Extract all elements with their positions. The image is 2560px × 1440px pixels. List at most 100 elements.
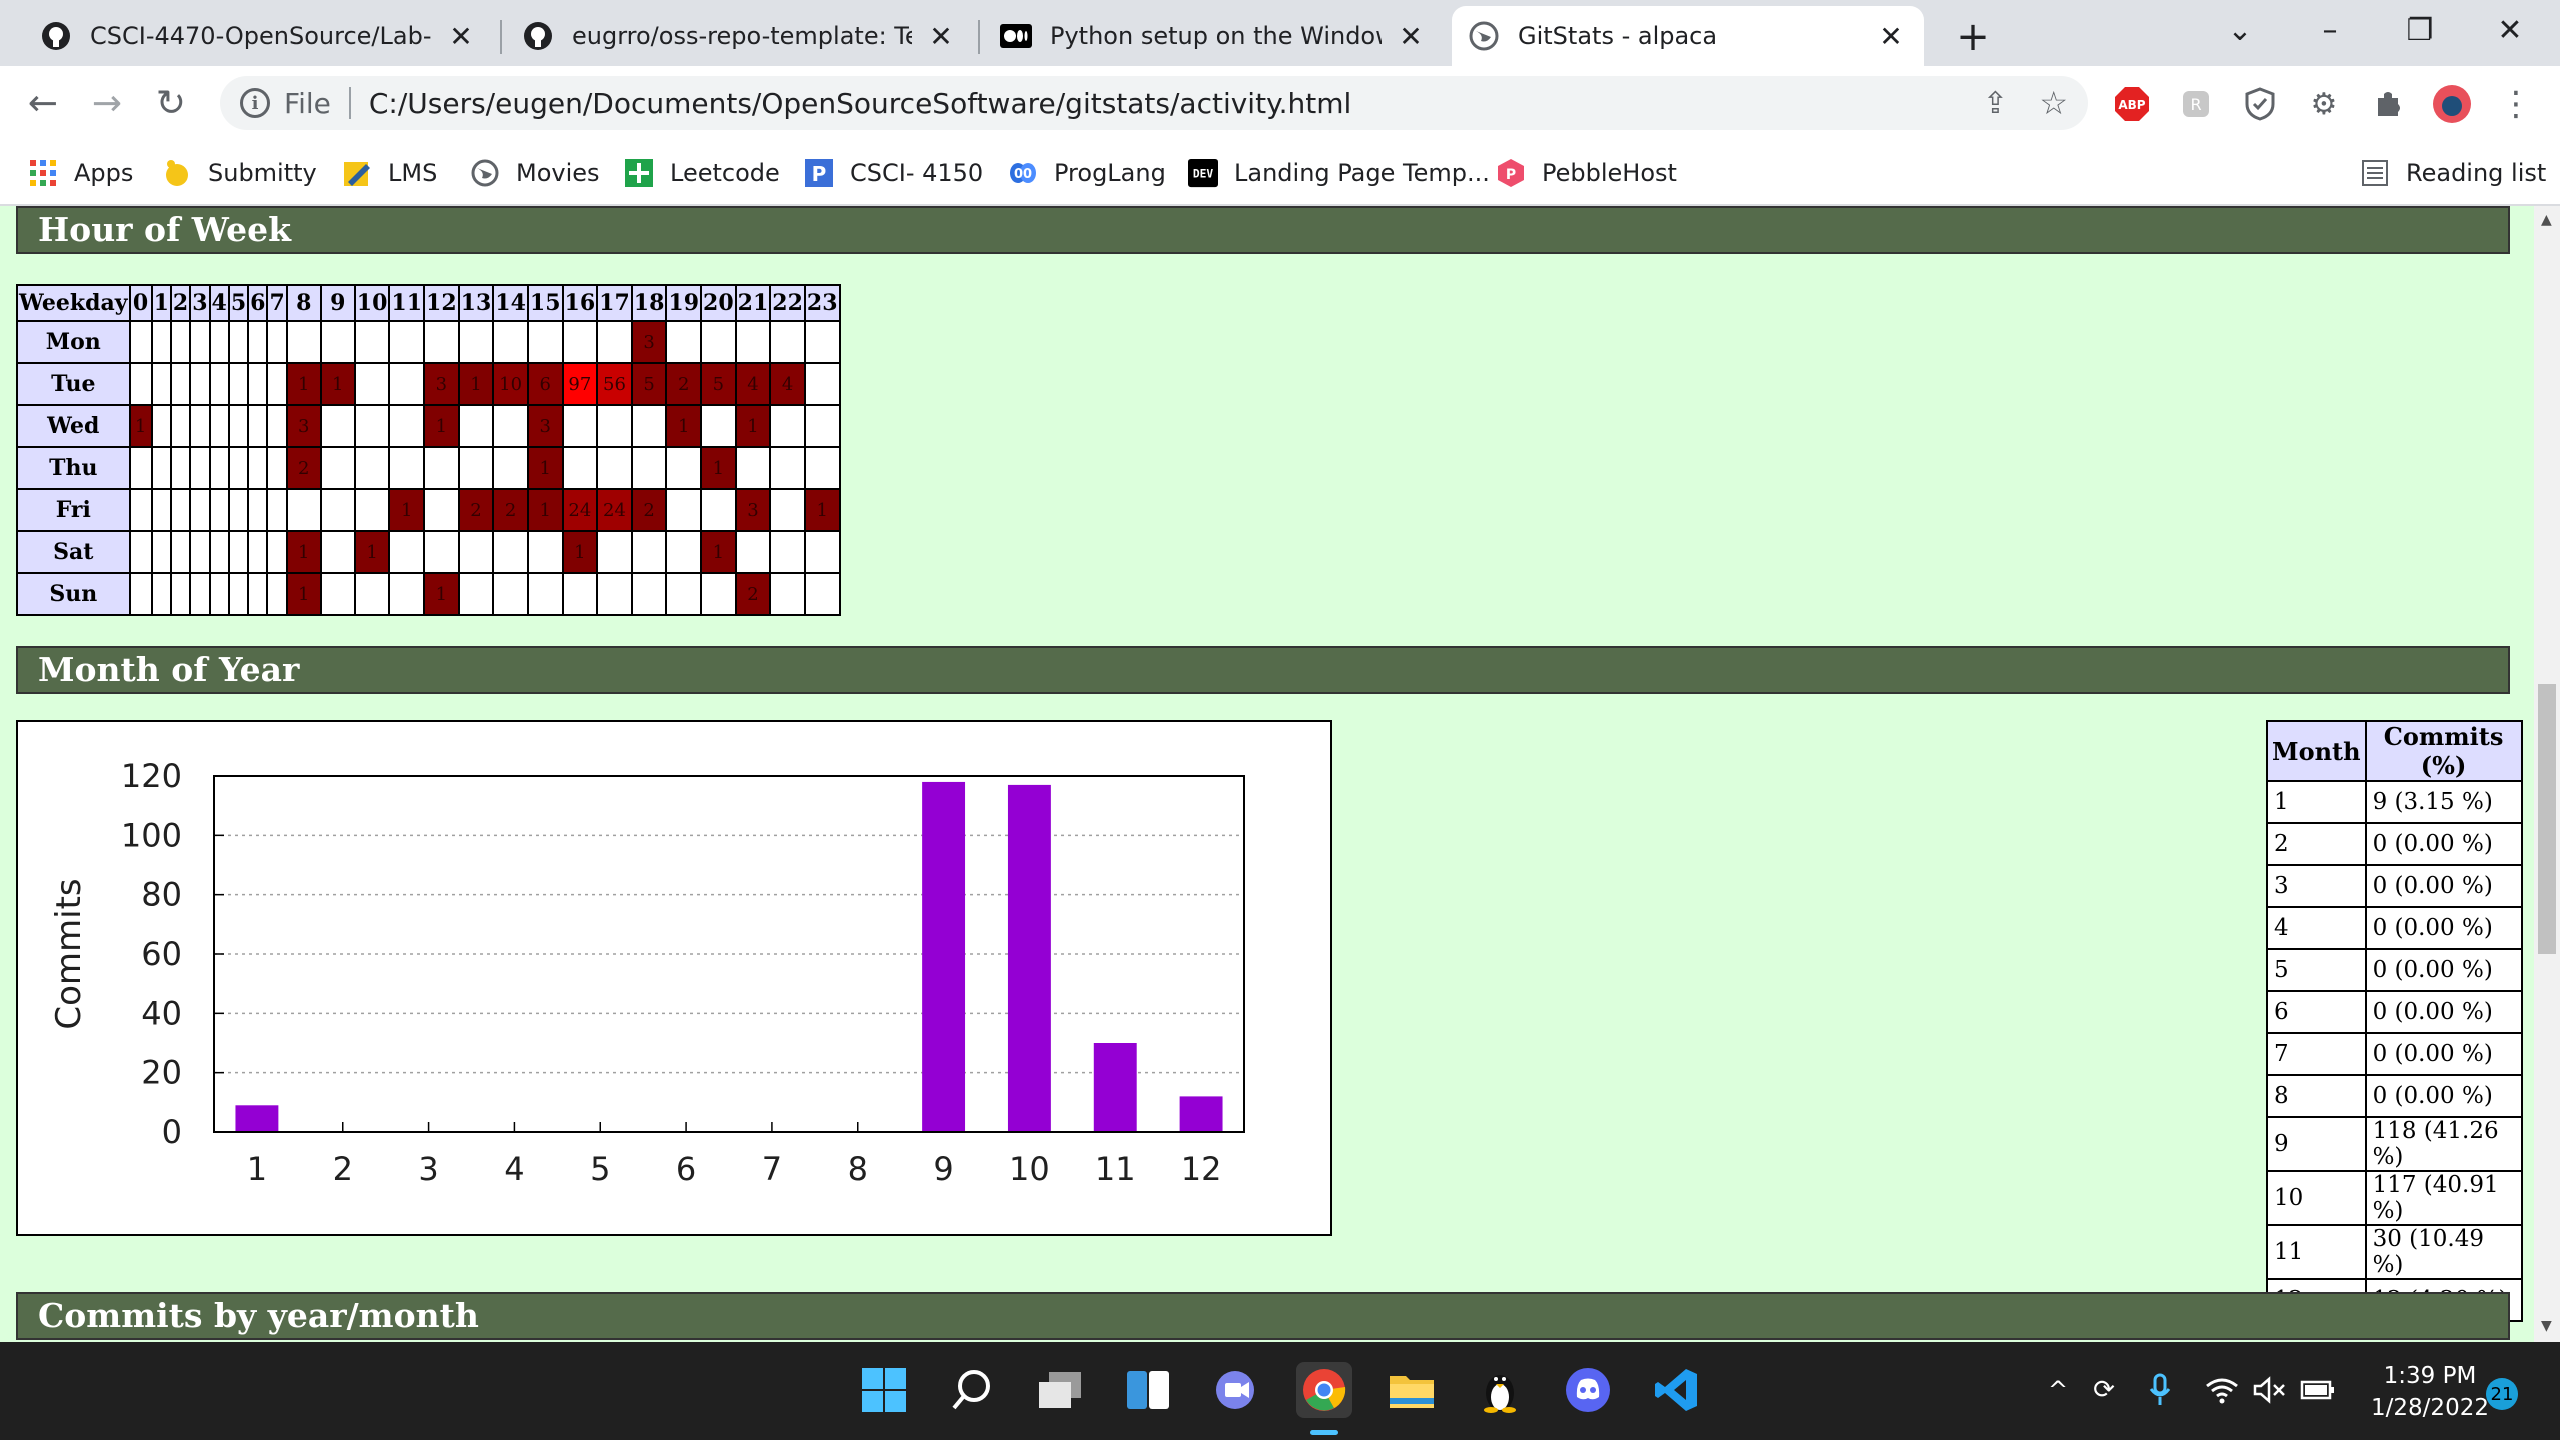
wifi-icon[interactable] [2204,1372,2240,1408]
scroll-up-arrow-icon[interactable]: ▲ [2541,212,2552,228]
weekday-row: Fri 1 2 2 1 24 24 2 3 1 [16,488,841,532]
minimize-icon[interactable]: – [2290,0,2370,60]
tab-separator [500,20,502,54]
hour-of-week-header-row: Weekday 0 1 2 3 4 5 6 7 8 9 10 11 12 13 14 15 16 17 18 19 20… [16,284,841,322]
x-tick-label: 7 [762,1150,782,1188]
hour-cell: 24 [561,488,599,532]
hour-cell [266,530,288,574]
hour-cell: 1 [128,404,153,448]
tab-separator [978,20,980,54]
bookmark-apps[interactable]: Apps [28,140,133,206]
tab-search-chevron-icon[interactable]: ⌄ [2200,0,2280,60]
bookmark-star-icon[interactable]: ☆ [2039,84,2068,122]
reload-icon[interactable]: ↻ [148,80,194,126]
tab-gitstats[interactable]: GitStats - alpaca ✕ [1452,6,1924,66]
address-url[interactable]: C:/Users/eugen/Documents/OpenSourceSoftw… [369,87,1351,120]
hour-cell [353,362,391,406]
x-tick-label: 10 [1009,1150,1050,1188]
x-tick-label: 11 [1095,1150,1136,1188]
commits-cell: 118 (41.26 %) [2364,1116,2523,1172]
widgets-icon[interactable] [1120,1362,1176,1418]
sync-icon[interactable]: ⟳ [2086,1372,2122,1408]
adblock-icon[interactable]: ABP [2112,84,2152,124]
weekday-label: Fri [16,488,131,532]
hour-cell [423,488,460,532]
chrome-icon[interactable] [1296,1362,1352,1418]
battery-icon[interactable] [2300,1372,2336,1408]
month-cell: 2 [2266,822,2367,866]
tab-lab-doc[interactable]: CSCI-4470-OpenSource/Lab-Doc ✕ [24,6,494,66]
bookmark-pebblehost[interactable]: P PebbleHost [1496,140,1677,206]
extension-r-icon[interactable]: R [2176,84,2216,124]
share-icon[interactable]: ⇪ [1983,86,2008,121]
forward-arrow-icon[interactable]: → [84,80,130,126]
hour-header: 16 [561,284,599,322]
search-icon[interactable] [944,1362,1000,1418]
close-icon[interactable]: ✕ [1874,19,1908,53]
extensions-puzzle-icon[interactable] [2368,84,2408,124]
teams-chat-icon[interactable] [1208,1362,1264,1418]
speaker-muted-icon[interactable] [2252,1372,2288,1408]
task-view-icon[interactable] [1032,1362,1088,1418]
linux-penguin-icon[interactable] [1472,1362,1528,1418]
scrollbar-thumb[interactable] [2538,684,2556,954]
notification-badge[interactable]: 21 [2486,1378,2518,1410]
close-icon[interactable]: ✕ [1394,19,1428,53]
bookmark-csci-4150[interactable]: P CSCI- 4150 [804,140,983,206]
page-scrollbar[interactable]: ▲ ▼ [2534,206,2560,1342]
bookmark-proglang[interactable]: 00 ProgLang [1008,140,1166,206]
tab-python-setup[interactable]: Python setup on the Windows su ✕ [984,6,1444,66]
bookmark-label: PebbleHost [1542,159,1677,187]
hour-cell [734,320,772,364]
close-window-icon[interactable]: ✕ [2470,0,2550,60]
shield-check-icon[interactable] [2240,84,2280,124]
avatar[interactable] [2432,84,2472,124]
scroll-down-arrow-icon[interactable]: ▼ [2541,1318,2552,1334]
hour-cell [665,320,703,364]
back-arrow-icon[interactable]: ← [20,80,66,126]
hour-cell [700,572,737,616]
gear-icon[interactable]: ⚙ [2304,84,2344,124]
bookmark-landing-page[interactable]: DEV Landing Page Temp... [1188,140,1490,206]
new-tab-button[interactable]: + [1950,14,1996,60]
bar-month-10 [1007,784,1051,1132]
microphone-icon[interactable] [2142,1372,2178,1408]
hour-cell: 4 [734,362,772,406]
commits-cell: 30 (10.49 %) [2364,1224,2523,1280]
hour-cell [247,320,269,364]
weekday-label: Mon [16,320,131,364]
hour-cell [388,572,426,616]
reading-list-label: Reading list [2406,159,2547,187]
tab-oss-repo-template[interactable]: eugrro/oss-repo-template: Temp ✕ [506,6,974,66]
hour-cell [457,530,495,574]
address-bar[interactable]: i File C:/Users/eugen/Documents/OpenSour… [220,76,2088,130]
bookmark-leetcode[interactable]: Leetcode [624,140,780,206]
close-icon[interactable]: ✕ [924,19,958,53]
hour-of-week-table: Weekday 0 1 2 3 4 5 6 7 8 9 10 11 12 13 14 15 16 17 18 19 20… [16,284,841,616]
bookmark-movies[interactable]: Movies [470,140,600,206]
hour-cell [353,572,391,616]
kebab-menu-icon[interactable]: ⋮ [2496,84,2536,124]
info-icon[interactable]: i [240,88,270,118]
hour-cell [319,572,356,616]
hour-cell [803,530,841,574]
github-icon [40,20,72,52]
month-table-row: 10 117 (40.91 %) [2266,1170,2523,1226]
x-tick-label: 3 [418,1150,438,1188]
reading-list-button[interactable]: Reading list [2360,140,2546,206]
vscode-icon[interactable] [1648,1362,1704,1418]
chevron-up-icon[interactable]: ^ [2040,1372,2076,1408]
bookmark-lms[interactable]: LMS [342,140,437,206]
restore-icon[interactable]: ❐ [2380,0,2460,60]
file-explorer-icon[interactable] [1384,1362,1440,1418]
month-table-row: 50 (0.00 %) [2266,948,2523,992]
hour-cell [492,530,529,574]
bookmark-submitty[interactable]: Submitty [162,140,317,206]
discord-icon[interactable] [1560,1362,1616,1418]
tab-title: CSCI-4470-OpenSource/Lab-Doc [90,22,432,50]
hour-cell [596,404,633,448]
month-table-row: 20 (0.00 %) [2266,822,2523,866]
hour-cell [128,530,153,574]
windows-start-icon[interactable] [856,1362,912,1418]
close-icon[interactable]: ✕ [444,19,478,53]
